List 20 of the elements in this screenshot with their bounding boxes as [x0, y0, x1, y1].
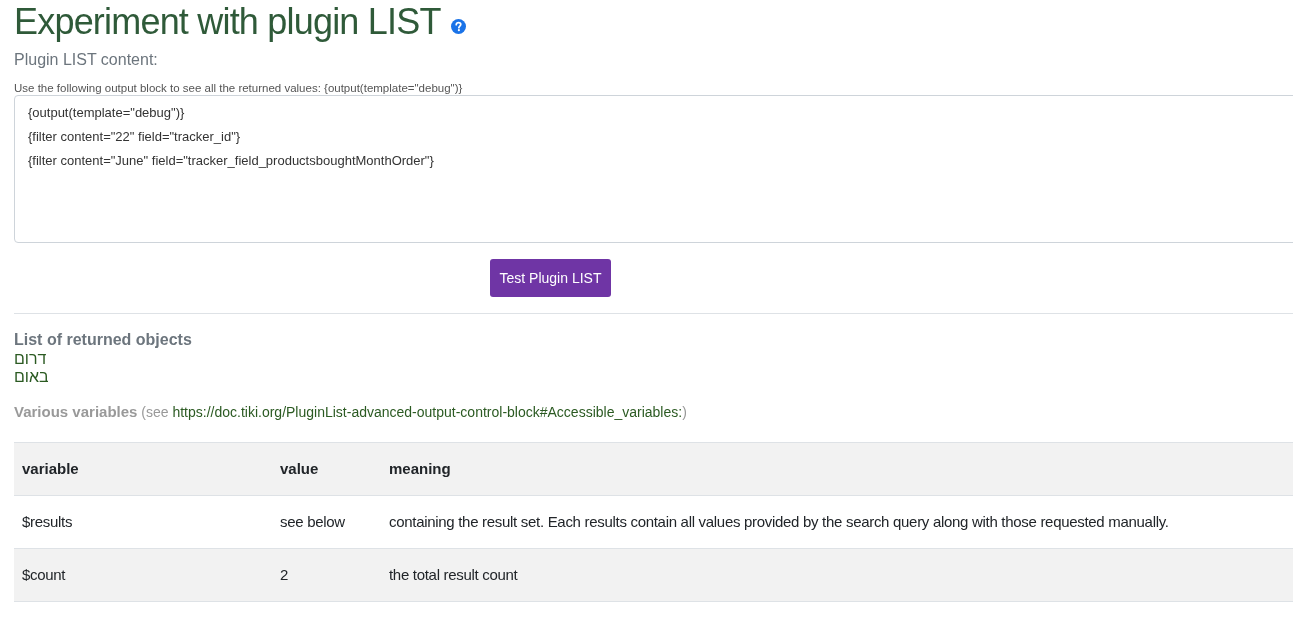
column-header: meaning	[389, 458, 451, 479]
table-cell-text: see below	[280, 511, 345, 532]
help-icon[interactable]	[450, 18, 466, 34]
table-cell-text: 2	[280, 564, 289, 585]
returned-object: דרום	[14, 350, 47, 367]
hint-text: Use the following output block to see all the returned values: {output(template="debug")}	[14, 82, 463, 94]
section-heading: List of returned objects	[14, 331, 192, 348]
table-cell-text: $results	[22, 511, 73, 532]
returned-object: באום	[14, 368, 49, 385]
table-cell-text: containing the result set. Each results contain all values provided by the search query along with those requested manually.	[389, 511, 1169, 532]
documentation-link[interactable]: https://doc.tiki.org/PluginList-advanced-output-control-block#Accessible_variables:	[172, 404, 683, 420]
table-cell-text: $count	[22, 564, 66, 585]
column-header: value	[280, 458, 319, 479]
column-header: variable	[22, 458, 79, 479]
plugin-content-textarea[interactable]: {output(template="debug")} {filter content="22" field="tracker_id"} {filter content="June" field="tracker_field_productsboughtMonthOrder"}	[14, 95, 1293, 243]
content-label: Plugin LIST content:	[14, 51, 158, 68]
page-title: Experiment with plugin LIST	[14, 0, 441, 44]
test-plugin-button[interactable]: Test Plugin LIST	[490, 259, 611, 297]
table-cell-text: the total result count	[389, 564, 518, 585]
variables-note: Various variables (see https://doc.tiki.org/PluginList-advanced-output-control-block#Accessible_variables:)	[14, 402, 687, 422]
